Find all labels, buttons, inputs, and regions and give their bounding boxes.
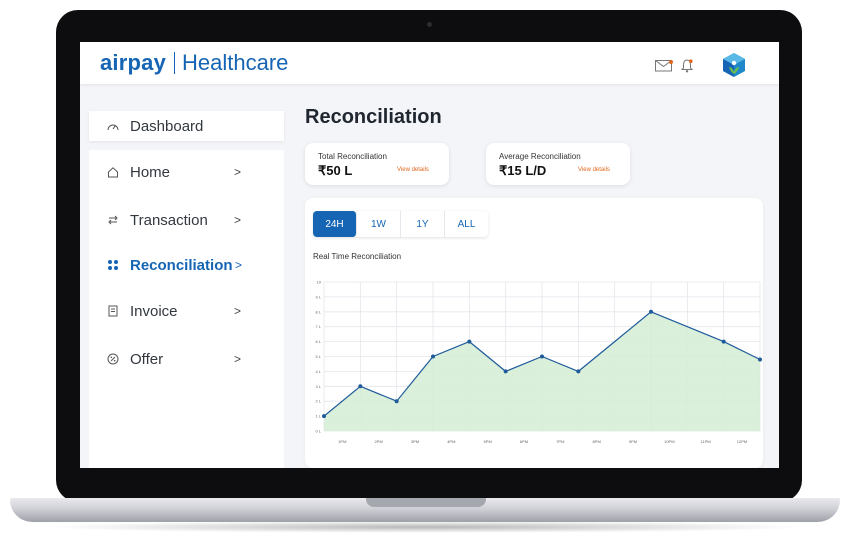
sidebar-item-invoice[interactable]: Invoice > xyxy=(89,297,284,325)
chevron-right-icon: > xyxy=(234,352,242,366)
x-tick-label: 11PM xyxy=(701,439,711,444)
data-point xyxy=(322,414,326,419)
reconcile-icon xyxy=(108,260,118,270)
sidebar-item-dashboard[interactable]: Dashboard xyxy=(89,111,284,141)
data-point xyxy=(358,384,363,389)
y-tick-label: 7 L xyxy=(315,324,321,329)
y-tick-label: 3 L xyxy=(315,384,321,389)
x-tick-label: 2PM xyxy=(375,439,383,444)
sidebar-item-label: Transaction xyxy=(130,211,208,229)
x-tick-label: 9PM xyxy=(629,439,637,444)
data-point xyxy=(540,354,544,359)
data-point xyxy=(431,354,435,359)
data-point xyxy=(758,357,762,362)
kpi-value: ₹15 L/D xyxy=(499,163,547,178)
x-tick-label: 7PM xyxy=(556,439,564,444)
home-icon xyxy=(108,167,118,178)
chevron-right-icon: > xyxy=(234,165,242,179)
y-tick-label: 8 L xyxy=(315,309,321,314)
x-tick-label: 8PM xyxy=(593,439,601,444)
sidebar-item-transaction[interactable]: Transaction > xyxy=(89,206,284,234)
data-point xyxy=(503,369,508,374)
y-tick-label: 0 L xyxy=(315,429,321,434)
chevron-right-icon: > xyxy=(235,258,243,272)
kpi-value: ₹50 L xyxy=(318,163,353,178)
logo-brand: airpay xyxy=(100,50,167,75)
webcam-dot xyxy=(427,22,432,27)
data-point xyxy=(721,339,726,344)
view-details-link[interactable]: View details xyxy=(578,167,610,173)
sidebar-nav: Home > Transaction > Reconciliation > In… xyxy=(89,150,284,468)
kpi-card-average: Average Reconciliation ₹15 L/D View deta… xyxy=(486,143,630,185)
data-point xyxy=(576,369,581,374)
kpi-title: Total Reconciliation xyxy=(318,152,387,161)
chart-card: 24H 1W 1Y ALL Real Time Reconciliation 0… xyxy=(305,198,763,468)
x-tick-label: 10PM xyxy=(664,439,674,444)
y-tick-label: 1 L xyxy=(315,414,321,419)
chevron-right-icon: > xyxy=(234,213,242,227)
sidebar-item-label: Invoice xyxy=(130,302,178,320)
sidebar-item-home[interactable]: Home > xyxy=(89,158,284,186)
app-screen: airpay Healthcare Dashboard Home > Trans… xyxy=(80,42,779,468)
kpi-card-total: Total Reconciliation ₹50 L View details xyxy=(305,143,449,185)
sidebar-item-label: Dashboard xyxy=(130,117,204,135)
sidebar-item-label: Reconciliation xyxy=(130,256,233,274)
mail-icon[interactable] xyxy=(655,60,673,72)
x-tick-label: 12PM xyxy=(737,439,747,444)
data-point xyxy=(649,309,653,314)
y-tick-label: 10 xyxy=(317,280,322,285)
chevron-right-icon: > xyxy=(234,304,242,318)
sidebar-item-label: Offer xyxy=(130,350,164,368)
laptop-notch xyxy=(366,498,486,507)
x-tick-label: 1PM xyxy=(338,439,346,444)
y-tick-label: 9 L xyxy=(315,294,321,299)
brand-cube-icon[interactable] xyxy=(721,52,747,78)
y-tick-label: 4 L xyxy=(315,369,321,374)
x-tick-label: 5PM xyxy=(484,439,492,444)
data-point xyxy=(394,399,399,404)
y-tick-label: 6 L xyxy=(315,339,321,344)
data-point xyxy=(467,339,472,344)
top-bar: airpay Healthcare xyxy=(80,42,779,84)
view-details-link[interactable]: View details xyxy=(397,167,429,173)
app-logo[interactable]: airpay Healthcare xyxy=(100,50,288,76)
transfer-icon xyxy=(108,215,118,225)
speedometer-icon xyxy=(107,124,119,131)
logo-divider xyxy=(174,52,176,74)
bell-icon[interactable] xyxy=(681,59,693,73)
kpi-title: Average Reconciliation xyxy=(499,152,581,161)
sidebar-item-offer[interactable]: Offer > xyxy=(89,345,284,373)
invoice-icon xyxy=(108,305,118,317)
sidebar-item-label: Home xyxy=(130,163,171,181)
x-tick-label: 3PM xyxy=(411,439,419,444)
logo-product: Healthcare xyxy=(182,50,289,75)
page-title: Reconciliation xyxy=(305,106,442,128)
y-tick-label: 5 L xyxy=(315,354,321,359)
offer-icon xyxy=(107,353,119,365)
x-tick-label: 6PM xyxy=(520,439,528,444)
x-tick-label: 4PM xyxy=(447,439,455,444)
laptop-shadow xyxy=(40,521,810,533)
sidebar-item-reconciliation[interactable]: Reconciliation > xyxy=(89,251,284,279)
y-tick-label: 2 L xyxy=(315,399,321,404)
reconciliation-area-chart: 0 L 1 L 2 L 3 L 4 L 5 L 6 L 7 L 8 L 9 L 10 1PM 2PM 3P… xyxy=(315,280,762,444)
